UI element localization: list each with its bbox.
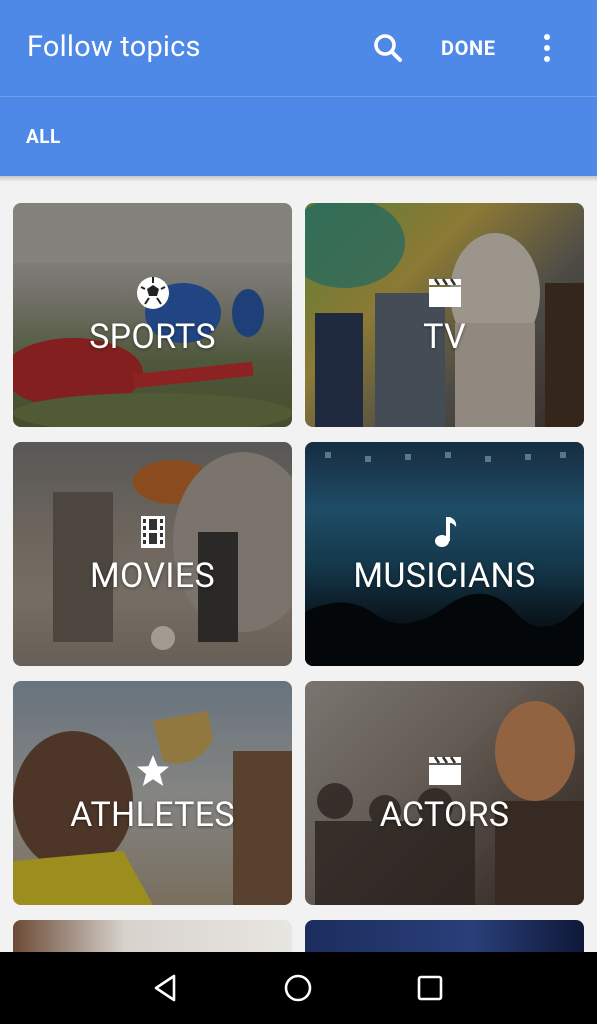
system-nav-bar — [0, 952, 597, 1024]
topic-card-movies[interactable]: MOVIES — [13, 442, 292, 666]
card-shade — [13, 681, 292, 905]
topic-label: TV — [423, 317, 466, 357]
more-options-icon[interactable] — [535, 30, 559, 66]
topic-label: MOVIES — [90, 556, 215, 596]
card-shade — [13, 442, 292, 666]
clapperboard-icon — [428, 278, 461, 307]
star-icon — [136, 755, 169, 786]
music-note-icon — [434, 517, 456, 547]
home-icon[interactable] — [280, 970, 316, 1006]
card-shade — [13, 203, 292, 427]
page-title: Follow topics — [27, 30, 201, 64]
card-shade — [305, 203, 584, 427]
search-icon[interactable] — [370, 30, 406, 66]
tab-bar: ALL — [0, 96, 597, 176]
back-icon[interactable] — [148, 970, 184, 1006]
app-bar: Follow topics DONE — [0, 0, 597, 96]
topic-label: SPORTS — [89, 317, 216, 357]
topic-card-actors[interactable]: ACTORS — [305, 681, 584, 905]
topic-label: MUSICIANS — [353, 556, 536, 596]
recents-icon[interactable] — [412, 970, 448, 1006]
topic-card-sports[interactable]: SPORTS — [13, 203, 292, 427]
toolbar-shadow — [0, 176, 597, 182]
soccer-ball-icon — [136, 277, 169, 309]
done-button[interactable]: DONE — [441, 36, 496, 60]
card-shade — [305, 681, 584, 905]
topic-card-tv[interactable]: TV — [305, 203, 584, 427]
topic-label: ATHLETES — [70, 795, 235, 835]
topic-card-athletes[interactable]: ATHLETES — [13, 681, 292, 905]
clapperboard-icon — [428, 756, 461, 785]
card-shade — [305, 442, 584, 666]
follow-topics-screen: Follow topics DONE ALL SPORTS TV MOVIES … — [0, 0, 597, 1024]
topic-card-musicians[interactable]: MUSICIANS — [305, 442, 584, 666]
tab-all[interactable]: ALL — [26, 125, 61, 148]
film-strip-icon — [140, 516, 165, 548]
topic-label: ACTORS — [379, 795, 510, 835]
